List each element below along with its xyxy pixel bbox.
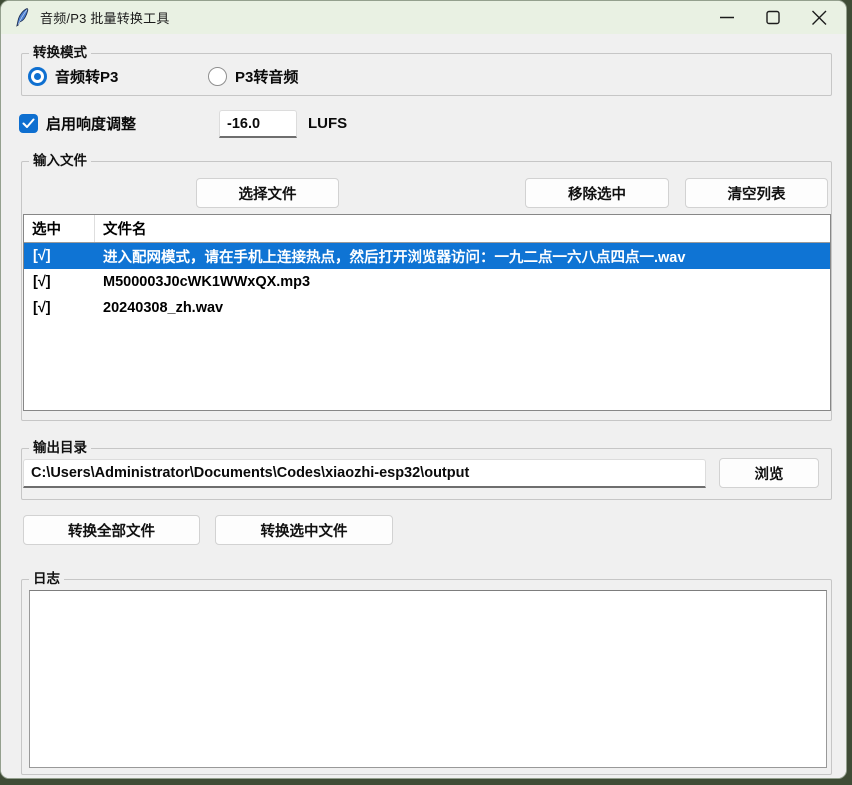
app-window: 音频/P3 批量转换工具 转换模式 音频转P3 P3转音频 — [0, 0, 847, 779]
output-path-input[interactable]: C:\Users\Administrator\Documents\Codes\x… — [23, 459, 706, 488]
row-filename: M500003J0cWK1WWxQX.mp3 — [95, 274, 830, 290]
radio-audio-to-p3[interactable]: 音频转P3 — [28, 66, 118, 87]
maximize-button[interactable] — [750, 1, 796, 34]
lufs-input[interactable]: -16.0 — [219, 110, 297, 138]
close-icon — [796, 1, 842, 34]
maximize-icon — [750, 1, 796, 34]
radio-p3-to-audio[interactable]: P3转音频 — [208, 66, 298, 87]
checkbox-checked-icon — [19, 114, 38, 133]
main-content: 转换模式 音频转P3 P3转音频 启用响度调整 -16.0 LUFS 输入文件 … — [1, 34, 846, 779]
radio-off-icon — [208, 67, 227, 86]
table-row[interactable]: [√] 进入配网模式，请在手机上连接热点，然后打开浏览器访问：一九二点一六八点四… — [24, 243, 830, 269]
row-filename: 进入配网模式，请在手机上连接热点，然后打开浏览器访问：一九二点一六八点四点一.w… — [95, 246, 830, 267]
minimize-button[interactable] — [704, 1, 750, 34]
log-textarea[interactable] — [29, 590, 827, 768]
row-checkmark: [√] — [24, 248, 95, 264]
table-row[interactable]: [√] M500003J0cWK1WWxQX.mp3 — [24, 269, 830, 295]
column-header-checked[interactable]: 选中 — [24, 215, 95, 242]
file-table: 选中 文件名 [√] 进入配网模式，请在手机上连接热点，然后打开浏览器访问：一九… — [23, 214, 831, 411]
loudness-checkbox-row[interactable]: 启用响度调整 — [19, 113, 136, 134]
mode-group: 转换模式 音频转P3 P3转音频 — [21, 53, 832, 96]
select-files-button[interactable]: 选择文件 — [196, 178, 339, 208]
input-files-group-label: 输入文件 — [29, 152, 91, 170]
row-filename: 20240308_zh.wav — [95, 300, 830, 316]
convert-selected-button[interactable]: 转换选中文件 — [215, 515, 393, 545]
row-checkmark: [√] — [24, 300, 95, 316]
file-table-header[interactable]: 选中 文件名 — [24, 215, 830, 243]
window-title: 音频/P3 批量转换工具 — [40, 8, 170, 27]
log-group-label: 日志 — [29, 570, 64, 588]
remove-selected-button[interactable]: 移除选中 — [525, 178, 669, 208]
radio-p3-to-audio-label: P3转音频 — [235, 66, 298, 87]
radio-on-icon — [28, 67, 47, 86]
output-dir-group-label: 输出目录 — [29, 439, 91, 457]
minimize-icon — [704, 1, 750, 34]
convert-all-button[interactable]: 转换全部文件 — [23, 515, 200, 545]
mode-group-label: 转换模式 — [29, 44, 91, 62]
browse-button[interactable]: 浏览 — [719, 458, 819, 488]
column-header-filename[interactable]: 文件名 — [95, 218, 830, 239]
lufs-unit-label: LUFS — [308, 115, 347, 132]
radio-audio-to-p3-label: 音频转P3 — [55, 66, 118, 87]
clear-list-button[interactable]: 清空列表 — [685, 178, 828, 208]
row-checkmark: [√] — [24, 274, 95, 290]
loudness-checkbox-label: 启用响度调整 — [46, 113, 136, 134]
titlebar[interactable]: 音频/P3 批量转换工具 — [1, 1, 846, 34]
close-button[interactable] — [796, 1, 842, 34]
app-feather-icon — [14, 7, 31, 28]
table-row[interactable]: [√] 20240308_zh.wav — [24, 295, 830, 321]
